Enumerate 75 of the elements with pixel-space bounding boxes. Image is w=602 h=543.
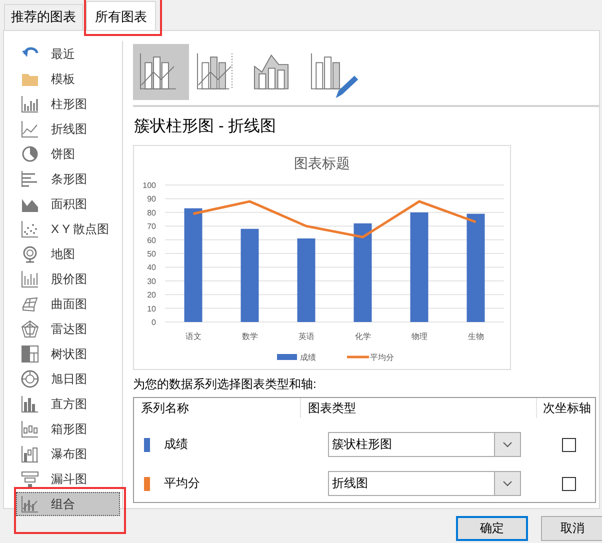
chart-type-item[interactable]: 旭日图 xyxy=(16,367,120,391)
chart-type-item[interactable]: 组合 xyxy=(16,492,120,516)
chart-type-item[interactable]: 折线图 xyxy=(16,117,120,141)
chart-type-item[interactable]: 模板 xyxy=(16,67,120,91)
stock-chart-icon xyxy=(21,270,39,288)
axis-label: 30 xyxy=(147,276,156,286)
tab[interactable]: 推荐的图表 xyxy=(4,4,83,30)
surface-chart-icon xyxy=(21,295,39,313)
axis-label: 0 xyxy=(152,318,156,327)
chart-type-item[interactable]: 漏斗图 xyxy=(16,467,120,491)
axis-label: 10 xyxy=(147,304,156,314)
tab[interactable]: 所有图表 xyxy=(86,1,156,30)
axis-label: 40 xyxy=(147,263,156,272)
series-prompt: 为您的数据系列选择图表类型和轴: xyxy=(133,376,318,393)
chart-type-title: 簇状柱形图 - 折线图 xyxy=(134,116,278,137)
series-name: 平均分 xyxy=(164,475,200,492)
chart-type-item[interactable]: 饼图 xyxy=(16,142,120,166)
chart-type-item[interactable]: 股价图 xyxy=(16,267,120,291)
axis-label: 50 xyxy=(147,250,156,258)
axis-label: 70 xyxy=(147,222,156,232)
secondary-axis-checkbox[interactable] xyxy=(562,438,576,452)
chevron-down-icon xyxy=(503,480,512,486)
sunburst-icon xyxy=(21,370,39,388)
axis-label: 化学 xyxy=(354,332,371,341)
axis-label: 100 xyxy=(142,181,156,190)
legend-label: 成绩 xyxy=(300,353,316,362)
chart-type-item[interactable]: 曲面图 xyxy=(16,292,120,316)
funnel-icon xyxy=(21,470,39,488)
axis-label: 英语 xyxy=(298,332,314,341)
cancel-button[interactable]: 取消 xyxy=(541,516,602,541)
column-header: 次坐标轴 xyxy=(542,400,592,417)
axis-label: 20 xyxy=(147,290,156,300)
treemap-icon xyxy=(21,345,39,363)
chart-type-item[interactable]: 箱形图 xyxy=(16,417,120,441)
legend-label: 平均分 xyxy=(370,353,394,362)
chart-subtype-button[interactable] xyxy=(133,44,189,100)
chart-type-item[interactable]: X Y 散点图 xyxy=(16,217,120,241)
chart-type-dropdown[interactable]: 簇状柱形图 xyxy=(328,432,521,457)
chart-type-item[interactable]: 地图 xyxy=(16,242,120,266)
chart-type-item[interactable]: 树状图 xyxy=(16,342,120,366)
chart-type-item[interactable]: 柱形图 xyxy=(16,92,120,116)
chart-type-dropdown[interactable]: 折线图 xyxy=(328,471,521,496)
axis-label: 语文 xyxy=(185,332,202,341)
box-plot-icon xyxy=(21,420,39,438)
legend-item: 平均分 xyxy=(347,353,394,362)
chart-type-item[interactable]: 直方图 xyxy=(16,392,120,416)
axis-label: 数学 xyxy=(242,332,258,341)
column-header: 图表类型 xyxy=(301,398,537,418)
secondary-axis-checkbox[interactable] xyxy=(562,476,576,490)
scatter-chart-icon xyxy=(21,220,39,238)
histogram-icon xyxy=(21,395,39,413)
axis-label: 60 xyxy=(147,236,156,245)
chart-type-item[interactable]: 雷达图 xyxy=(16,317,120,341)
pie-chart-icon xyxy=(21,145,39,163)
axis-label: 90 xyxy=(147,194,156,204)
axis-label: 80 xyxy=(147,208,156,218)
ok-button[interactable]: 确定 xyxy=(456,516,528,541)
column-header: 系列名称 xyxy=(134,398,301,418)
chevron-down-icon xyxy=(503,442,512,448)
chart-type-item[interactable]: 面积图 xyxy=(16,192,120,216)
column-chart-icon xyxy=(21,95,39,113)
chart-type-item[interactable]: 最近 xyxy=(16,42,120,66)
chart-type-item[interactable]: 瀑布图 xyxy=(16,442,120,466)
waterfall-chart-icon xyxy=(21,445,39,463)
axis-label: 物理 xyxy=(411,332,428,341)
line-chart-icon xyxy=(21,120,39,138)
chart-title: 图表标题 xyxy=(294,155,350,171)
series-name: 成绩 xyxy=(164,436,188,453)
bar-chart-icon xyxy=(21,170,39,188)
combo-chart-icon xyxy=(21,495,39,513)
legend-item: 成绩 xyxy=(277,353,316,362)
globe-icon xyxy=(21,245,39,263)
chart-type-item[interactable]: 条形图 xyxy=(16,167,120,191)
radar-chart-icon xyxy=(21,320,39,338)
axis-label: 生物 xyxy=(468,332,484,341)
